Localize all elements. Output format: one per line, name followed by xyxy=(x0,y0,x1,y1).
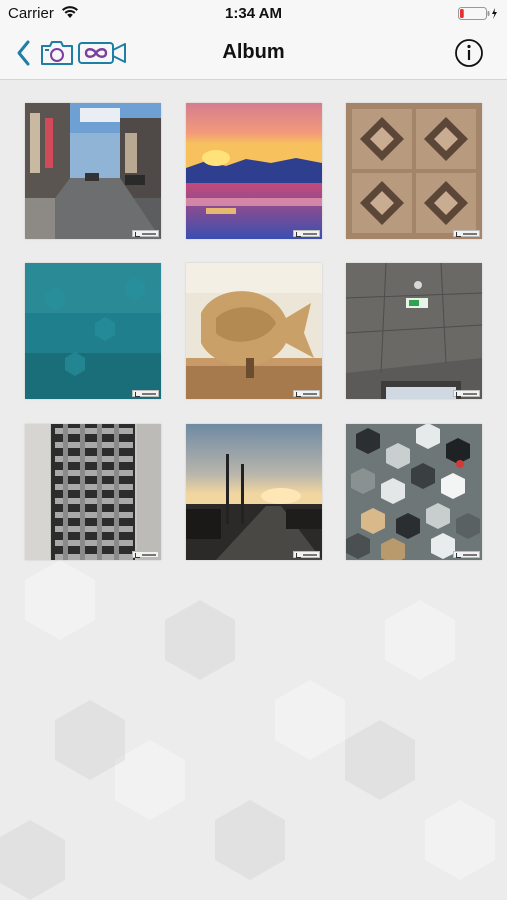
watermark-logo xyxy=(453,230,480,237)
page-title: Album xyxy=(222,41,285,63)
album-photo-thumbnail[interactable] xyxy=(346,263,482,399)
status-time: 1:34 AM xyxy=(225,5,282,22)
back-chevron-icon[interactable] xyxy=(12,38,34,68)
album-photo-thumbnail[interactable] xyxy=(346,103,482,239)
infinity-video-icon[interactable] xyxy=(78,39,128,67)
watermark-logo xyxy=(453,551,480,558)
teal-hex-photo xyxy=(25,263,161,399)
charging-bolt-icon xyxy=(492,8,497,19)
watermark-logo xyxy=(293,230,320,237)
album-photo-thumbnail[interactable] xyxy=(186,103,322,239)
watermark-logo xyxy=(293,390,320,397)
watermark-logo xyxy=(132,390,159,397)
album-photo-thumbnail[interactable] xyxy=(25,424,161,560)
street-photo xyxy=(25,103,161,239)
bokeh-photo xyxy=(346,424,482,560)
watermark-logo xyxy=(132,230,159,237)
evening-road-photo xyxy=(186,424,322,560)
tiles-photo xyxy=(346,103,482,239)
grate-photo xyxy=(25,424,161,560)
navigation-bar: Album xyxy=(0,28,507,80)
info-icon[interactable] xyxy=(454,38,484,68)
ceiling-photo xyxy=(346,263,482,399)
album-photo-thumbnail[interactable] xyxy=(186,424,322,560)
watermark-logo xyxy=(132,551,159,558)
battery-icon xyxy=(458,7,497,20)
sunset-lake-photo xyxy=(186,103,322,239)
watermark-logo xyxy=(453,390,480,397)
watermark-logo xyxy=(293,551,320,558)
album-photo-thumbnail[interactable] xyxy=(25,103,161,239)
album-photo-thumbnail[interactable] xyxy=(186,263,322,399)
fish-photo xyxy=(186,263,322,399)
album-grid xyxy=(0,80,507,580)
status-bar: Carrier 1:34 AM xyxy=(0,0,507,28)
album-photo-thumbnail[interactable] xyxy=(25,263,161,399)
camera-icon[interactable] xyxy=(39,39,75,67)
album-photo-thumbnail[interactable] xyxy=(346,424,482,560)
